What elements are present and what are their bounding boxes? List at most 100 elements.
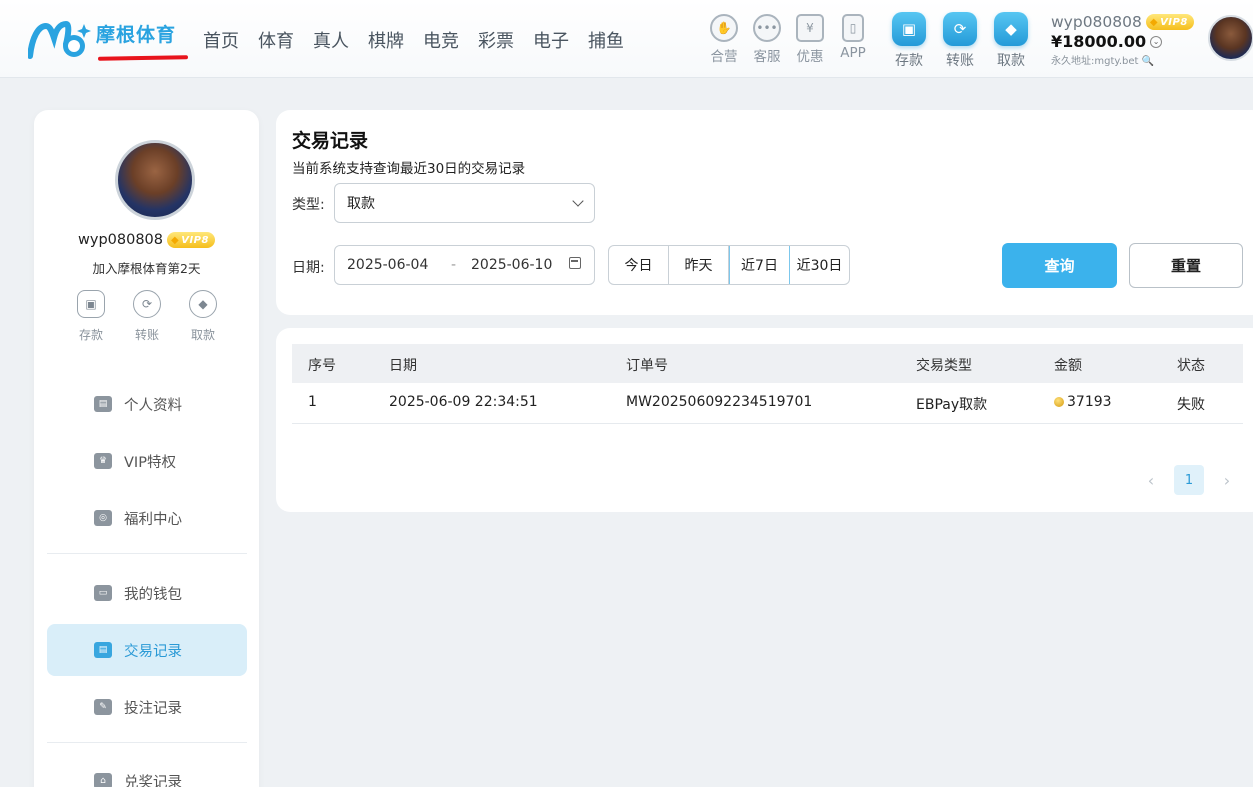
quick-date-7days[interactable]: 近7日 — [729, 246, 790, 284]
date-range-picker[interactable]: 2025-06-04 - 2025-06-10 — [334, 245, 595, 285]
next-page-button[interactable]: › — [1212, 465, 1242, 495]
quick-date-group: 今日 昨天 近7日 近30日 — [608, 245, 850, 285]
join-days: 加入摩根体育第2天 — [92, 261, 201, 276]
cell-type: EBPay取款 — [916, 397, 988, 413]
cell-order-no: MW202506092234519701 — [626, 394, 813, 410]
query-button[interactable]: 查询 — [1002, 243, 1117, 288]
type-label: 类型: — [292, 197, 325, 213]
cell-date: 2025-06-09 22:34:51 — [389, 394, 538, 410]
cell-index: 1 — [308, 394, 317, 410]
cell-amount: 37193 — [1054, 394, 1112, 410]
header-transfer-button[interactable]: ⟳ 转账 — [937, 12, 983, 70]
nav-slots[interactable]: 电子 — [533, 27, 569, 53]
quick-date-30days[interactable]: 近30日 — [790, 246, 849, 284]
date-end-input[interactable]: 2025-06-10 — [471, 257, 552, 273]
col-index: 序号 — [308, 358, 336, 374]
quick-date-today[interactable]: 今日 — [609, 246, 669, 284]
reset-button[interactable]: 重置 — [1129, 243, 1243, 288]
type-select-value: 取款 — [347, 196, 375, 212]
header-link-promo[interactable]: ¥ 优惠 — [790, 14, 830, 65]
sidebar-item-profile[interactable]: ▤ 个人资料 — [47, 378, 247, 430]
prize-icon: ⌂ — [94, 773, 112, 787]
calendar-icon[interactable] — [569, 257, 581, 269]
sidebar-item-prizes[interactable]: ⌂ 兑奖记录 — [47, 755, 247, 787]
nav-fishing[interactable]: 捕鱼 — [588, 27, 624, 53]
vip-badge: ◆ VIP8 — [1145, 14, 1194, 30]
phone-icon: ▯ — [842, 14, 864, 42]
bet-record-icon: ✎ — [94, 699, 112, 715]
type-select[interactable]: 取款 — [334, 183, 595, 223]
header-link-support[interactable]: ••• 客服 — [747, 14, 787, 65]
nav-live[interactable]: 真人 — [313, 27, 349, 53]
sidebar-username: wyp080808 — [78, 232, 164, 248]
nav-home[interactable]: 首页 — [203, 27, 239, 53]
col-amount: 金额 — [1054, 358, 1082, 374]
deposit-icon: ▣ — [892, 12, 926, 46]
sidebar-username-row: wyp080808 ◆ VIP8 — [34, 232, 259, 248]
page-title: 交易记录 — [292, 130, 369, 152]
table-header: 序号 日期 订单号 交易类型 金额 状态 — [292, 344, 1243, 383]
main-nav: 首页 体育 真人 棋牌 电竞 彩票 电子 捕鱼 — [203, 27, 643, 53]
sidebar-item-welfare[interactable]: ◎ 福利中心 — [47, 492, 247, 544]
chat-icon: ••• — [753, 14, 781, 42]
sidebar-item-vip[interactable]: ♛ VIP特权 — [47, 435, 247, 487]
withdraw-icon: ◆ — [189, 290, 217, 318]
filter-card: 交易记录 当前系统支持查询最近30日的交易记录 类型: 取款 日期: 2025-… — [276, 110, 1253, 315]
brand-logo[interactable]: 摩根体育 — [28, 14, 189, 64]
date-start-input[interactable]: 2025-06-04 — [347, 257, 428, 273]
nav-esports[interactable]: 电竞 — [423, 27, 459, 53]
table-row[interactable]: 1 2025-06-09 22:34:51 MW2025060922345197… — [292, 383, 1243, 424]
nav-sports[interactable]: 体育 — [258, 27, 294, 53]
header-link-partner[interactable]: ✋ 合营 — [704, 14, 744, 65]
coin-icon — [1054, 397, 1064, 407]
vip-gem-icon: ◆ — [171, 234, 180, 246]
top-header: 摩根体育 首页 体育 真人 棋牌 电竞 彩票 电子 捕鱼 ✋ 合营 ••• 客服… — [0, 0, 1253, 78]
nav-lottery[interactable]: 彩票 — [478, 27, 514, 53]
quick-date-yesterday[interactable]: 昨天 — [669, 246, 729, 284]
header-link-app[interactable]: ▯ APP — [833, 14, 873, 61]
sidebar-item-bets[interactable]: ✎ 投注记录 — [47, 681, 247, 733]
red-underline-mark — [97, 55, 189, 61]
date-separator: - — [451, 257, 457, 273]
logo-mark-icon — [28, 20, 91, 59]
header-username: wyp080808 — [1051, 13, 1142, 31]
deposit-icon: ▣ — [77, 290, 105, 318]
nav-cards[interactable]: 棋牌 — [368, 27, 404, 53]
sidebar: wyp080808 ◆ VIP8 加入摩根体育第2天 ▣ 存款 ⟳ 转账 ◆ 取款… — [34, 110, 259, 787]
sidebar-divider — [47, 553, 247, 554]
chevron-down-icon — [572, 195, 584, 207]
coupon-icon: ¥ — [796, 14, 824, 42]
sidebar-withdraw-button[interactable]: ◆ 取款 — [185, 290, 221, 343]
handshake-icon: ✋ — [710, 14, 738, 42]
brand-name: 摩根体育 — [96, 24, 177, 46]
pagination: ‹ 1 › — [1136, 465, 1242, 495]
user-avatar[interactable] — [1208, 15, 1253, 61]
balance[interactable]: ¥18000.00 ⌄ — [1051, 32, 1201, 51]
permanent-address: 永久地址:mgty.bet 🔍 — [1051, 56, 1155, 67]
sidebar-item-transactions[interactable]: ▤ 交易记录 — [47, 624, 247, 676]
balance-dropdown-icon[interactable]: ⌄ — [1150, 35, 1163, 48]
transaction-icon: ▤ — [94, 642, 112, 658]
wallet-icon: ▭ — [94, 585, 112, 601]
col-order-no: 订单号 — [626, 358, 668, 374]
id-card-icon: ▤ — [94, 396, 112, 412]
transfer-icon: ⟳ — [943, 12, 977, 46]
transfer-icon: ⟳ — [133, 290, 161, 318]
prev-page-button[interactable]: ‹ — [1136, 465, 1166, 495]
sidebar-divider — [47, 742, 247, 743]
header-withdraw-button[interactable]: ◆ 取款 — [988, 12, 1034, 70]
sidebar-item-wallet[interactable]: ▭ 我的钱包 — [47, 567, 247, 619]
date-label: 日期: — [292, 260, 325, 276]
header-deposit-button[interactable]: ▣ 存款 — [886, 12, 932, 70]
records-card: 序号 日期 订单号 交易类型 金额 状态 1 2025-06-09 22:34:… — [276, 328, 1253, 512]
gift-icon: ◎ — [94, 510, 112, 526]
withdraw-icon: ◆ — [994, 12, 1028, 46]
col-date: 日期 — [389, 358, 417, 374]
sidebar-vip-badge: ◆ VIP8 — [167, 232, 215, 248]
cell-status: 失败 — [1177, 397, 1205, 413]
sidebar-avatar[interactable] — [115, 140, 195, 220]
sidebar-transfer-button[interactable]: ⟳ 转账 — [129, 290, 165, 343]
sidebar-deposit-button[interactable]: ▣ 存款 — [73, 290, 109, 343]
page-number-current[interactable]: 1 — [1174, 465, 1204, 495]
page-subtitle: 当前系统支持查询最近30日的交易记录 — [292, 161, 526, 177]
